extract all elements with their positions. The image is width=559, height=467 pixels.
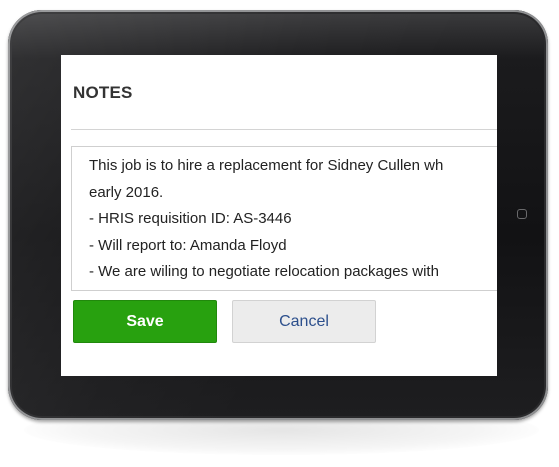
notes-textarea[interactable]: This job is to hire a replacement for Si… xyxy=(71,146,497,291)
notes-line: - We are wiling to negotiate relocation … xyxy=(89,263,439,280)
notes-line: - HRIS requisition ID: AS-3446 xyxy=(89,210,292,227)
notes-line: - Will report to: Amanda Floyd xyxy=(89,236,287,254)
title-divider xyxy=(71,129,497,130)
notes-line: This job is to hire a replacement for Si… xyxy=(89,157,444,174)
cancel-button[interactable]: Cancel xyxy=(232,300,376,343)
notes-title: NOTES xyxy=(73,83,133,102)
save-button[interactable]: Save xyxy=(73,300,217,343)
notes-text: This job is to hire a replacement for Si… xyxy=(89,153,443,286)
home-button[interactable] xyxy=(517,209,527,219)
tablet-screen: NOTES This job is to hire a replacement … xyxy=(61,55,497,376)
notes-line: early 2016. xyxy=(89,183,164,201)
stage: NOTES This job is to hire a replacement … xyxy=(0,0,559,467)
